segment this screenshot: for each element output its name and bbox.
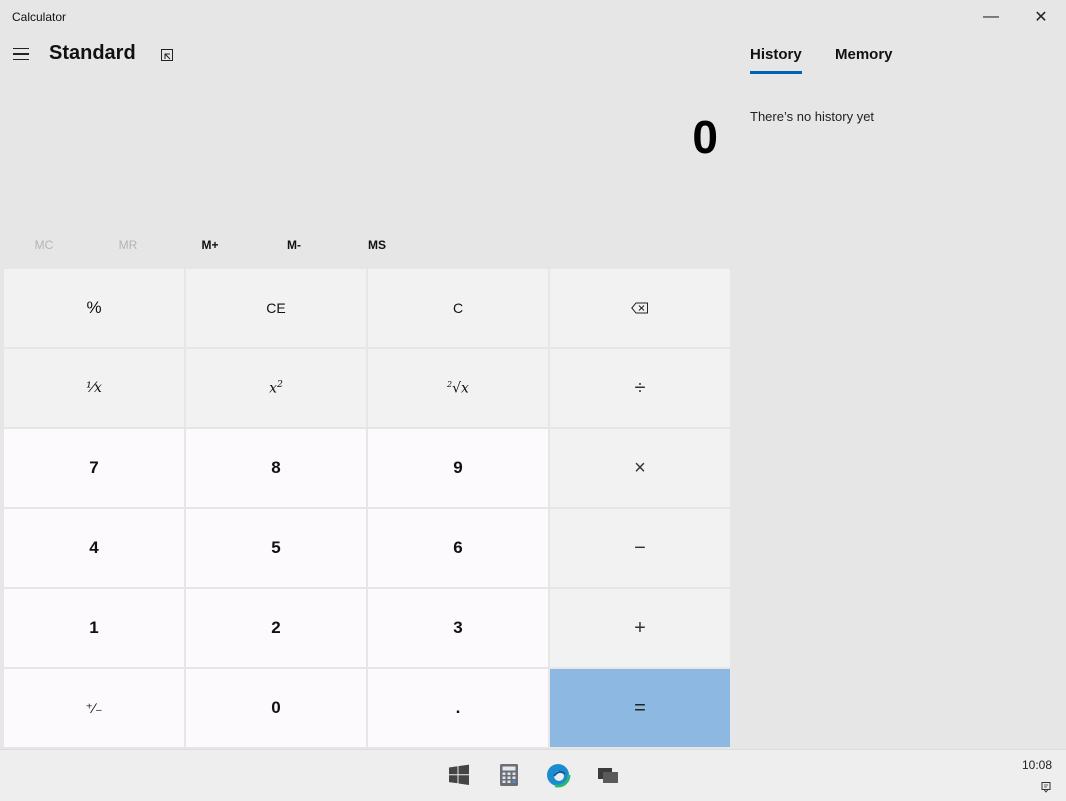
keypad: % CE C ¹⁄x x2 2√x ÷ 7 8 9 × 4 5 6 − 1 2 …: [4, 269, 730, 747]
minimize-button[interactable]: —: [968, 0, 1014, 34]
memory-add-button[interactable]: M+: [170, 232, 250, 258]
percent-button[interactable]: %: [4, 269, 184, 347]
keep-on-top-icon[interactable]: [155, 43, 179, 67]
digit-0-button[interactable]: 0: [186, 669, 366, 747]
equals-button[interactable]: =: [550, 669, 730, 747]
close-button[interactable]: ✕: [1018, 0, 1064, 34]
clear-entry-button[interactable]: CE: [186, 269, 366, 347]
backspace-icon: [631, 302, 648, 314]
memory-store-button[interactable]: MS: [337, 232, 417, 258]
history-empty-message: There’s no history yet: [750, 109, 875, 124]
decimal-button[interactable]: .: [368, 669, 548, 747]
digit-6-button[interactable]: 6: [368, 509, 548, 587]
app-title: Calculator: [12, 10, 67, 24]
display-value: 0: [692, 111, 718, 163]
active-tab-indicator: [750, 71, 802, 74]
backspace-button[interactable]: [550, 269, 730, 347]
add-button[interactable]: +: [550, 589, 730, 667]
digit-5-button[interactable]: 5: [186, 509, 366, 587]
digit-1-button[interactable]: 1: [4, 589, 184, 667]
digit-8-button[interactable]: 8: [186, 429, 366, 507]
multiply-button[interactable]: ×: [550, 429, 730, 507]
notification-icon[interactable]: [1040, 780, 1052, 793]
digit-9-button[interactable]: 9: [368, 429, 548, 507]
windows-start-icon[interactable]: [446, 762, 472, 788]
memory-clear-button[interactable]: MC: [4, 232, 84, 258]
edge-icon[interactable]: [545, 762, 571, 788]
subtract-button[interactable]: −: [550, 509, 730, 587]
square-root-button[interactable]: 2√x: [368, 349, 548, 427]
negate-button[interactable]: ⁺∕₋: [4, 669, 184, 747]
mode-title: Standard: [49, 42, 136, 64]
digit-2-button[interactable]: 2: [186, 589, 366, 667]
clock-time[interactable]: 10:08: [1022, 758, 1052, 772]
reciprocal-button[interactable]: ¹⁄x: [4, 349, 184, 427]
calculator-app-icon[interactable]: [496, 762, 522, 788]
memory-recall-button[interactable]: MR: [88, 232, 168, 258]
divide-button[interactable]: ÷: [550, 349, 730, 427]
memory-subtract-button[interactable]: M-: [254, 232, 334, 258]
digit-4-button[interactable]: 4: [4, 509, 184, 587]
title-bar: Calculator — ✕: [0, 0, 1066, 34]
digit-3-button[interactable]: 3: [368, 589, 548, 667]
task-view-icon[interactable]: [595, 762, 621, 788]
taskbar: 10:08: [0, 749, 1066, 801]
memory-row: MC MR M+ M- MS: [4, 232, 729, 258]
clear-button[interactable]: C: [368, 269, 548, 347]
square-button[interactable]: x2: [186, 349, 366, 427]
tab-memory[interactable]: Memory: [835, 46, 893, 63]
menu-icon[interactable]: [8, 40, 34, 68]
tab-history[interactable]: History: [750, 46, 802, 63]
digit-7-button[interactable]: 7: [4, 429, 184, 507]
